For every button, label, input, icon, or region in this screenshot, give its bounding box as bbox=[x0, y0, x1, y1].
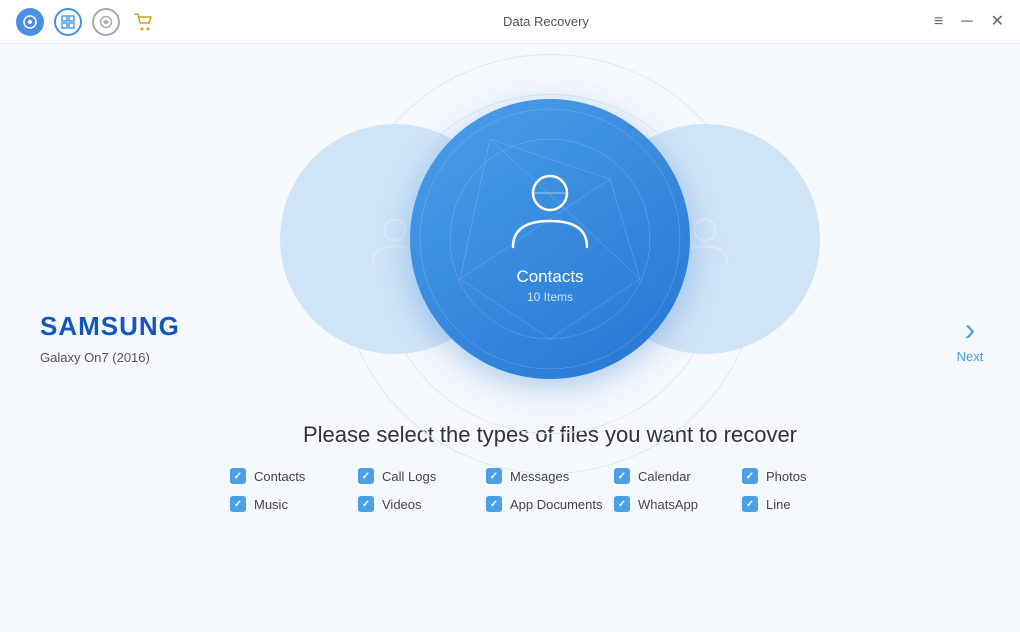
label-calendar: Calendar bbox=[638, 469, 691, 484]
cart-icon[interactable] bbox=[130, 8, 158, 36]
check-line[interactable] bbox=[742, 496, 758, 512]
right-panel: › Next bbox=[920, 44, 1020, 632]
check-photos[interactable] bbox=[742, 468, 758, 484]
main-content: SAMSUNG Galaxy On7 (2016) bbox=[0, 44, 1020, 632]
window-controls: ≡ ─ ✕ bbox=[934, 14, 1004, 30]
checkbox-contacts[interactable]: Contacts bbox=[230, 468, 358, 484]
file-type-grid: Contacts Call Logs Messages Calendar Pho… bbox=[230, 468, 870, 512]
label-whatsapp: WhatsApp bbox=[638, 497, 698, 512]
label-call-logs: Call Logs bbox=[382, 469, 436, 484]
instruction-text: Please select the types of files you wan… bbox=[303, 422, 797, 448]
checkbox-calendar[interactable]: Calendar bbox=[614, 468, 742, 484]
checkbox-line[interactable]: Line bbox=[742, 496, 870, 512]
app-icon-1[interactable] bbox=[16, 8, 44, 36]
titlebar: Data Recovery ≡ ─ ✕ bbox=[0, 0, 1020, 44]
minimize-button[interactable]: ─ bbox=[961, 14, 972, 30]
device-model: Galaxy On7 (2016) bbox=[40, 350, 180, 365]
label-messages: Messages bbox=[510, 469, 569, 484]
titlebar-left bbox=[16, 8, 158, 36]
next-chevron-icon: › bbox=[965, 313, 976, 345]
circle-decoration bbox=[410, 99, 690, 379]
label-music: Music bbox=[254, 497, 288, 512]
check-call-logs[interactable] bbox=[358, 468, 374, 484]
label-contacts: Contacts bbox=[254, 469, 305, 484]
close-button[interactable]: ✕ bbox=[991, 14, 1004, 30]
label-videos: Videos bbox=[382, 497, 422, 512]
checkbox-photos[interactable]: Photos bbox=[742, 468, 870, 484]
left-panel: SAMSUNG Galaxy On7 (2016) bbox=[0, 44, 180, 632]
label-photos: Photos bbox=[766, 469, 806, 484]
next-label: Next bbox=[957, 349, 984, 364]
next-button[interactable]: › Next bbox=[957, 313, 984, 364]
check-whatsapp[interactable] bbox=[614, 496, 630, 512]
checkbox-call-logs[interactable]: Call Logs bbox=[358, 468, 486, 484]
check-calendar[interactable] bbox=[614, 468, 630, 484]
app-icon-2[interactable] bbox=[54, 8, 82, 36]
checkbox-music[interactable]: Music bbox=[230, 496, 358, 512]
check-videos[interactable] bbox=[358, 496, 374, 512]
checkbox-messages[interactable]: Messages bbox=[486, 468, 614, 484]
center-area: Contacts 10 Items Please select the type… bbox=[180, 44, 920, 632]
check-contacts[interactable] bbox=[230, 468, 246, 484]
checkbox-app-documents[interactable]: App Documents bbox=[486, 496, 614, 512]
brand-logo: SAMSUNG bbox=[40, 311, 180, 342]
carousel-container: Contacts 10 Items bbox=[300, 84, 800, 394]
main-carousel-item: Contacts 10 Items bbox=[410, 99, 690, 379]
app-icon-3[interactable] bbox=[92, 8, 120, 36]
check-messages[interactable] bbox=[486, 468, 502, 484]
check-music[interactable] bbox=[230, 496, 246, 512]
menu-button[interactable]: ≡ bbox=[934, 14, 943, 30]
check-app-documents[interactable] bbox=[486, 496, 502, 512]
window-title: Data Recovery bbox=[503, 14, 589, 29]
label-line: Line bbox=[766, 497, 791, 512]
label-app-documents: App Documents bbox=[510, 497, 603, 512]
checkbox-videos[interactable]: Videos bbox=[358, 496, 486, 512]
checkbox-whatsapp[interactable]: WhatsApp bbox=[614, 496, 742, 512]
